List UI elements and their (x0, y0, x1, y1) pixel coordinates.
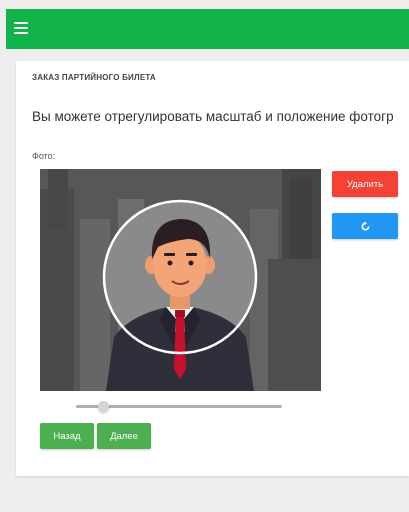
order-card: ЗАКАЗ ПАРТИЙНОГО БИЛЕТА Вы можете отрегу… (16, 61, 409, 476)
delete-photo-button[interactable]: Удалить (332, 171, 398, 197)
photo-label: Фото: (32, 151, 56, 161)
photo-preview (40, 169, 321, 391)
photo-crop-area[interactable] (40, 169, 321, 391)
instruction-text: Вы можете отрегулировать масштаб и полож… (32, 109, 394, 124)
hamburger-menu-icon[interactable] (14, 22, 28, 34)
back-button[interactable]: Назад (40, 423, 94, 449)
zoom-slider[interactable] (76, 401, 282, 412)
page-title: ЗАКАЗ ПАРТИЙНОГО БИЛЕТА (32, 73, 156, 82)
rotate-icon (361, 220, 370, 230)
app-header (6, 9, 409, 49)
next-button[interactable]: Далее (97, 423, 151, 449)
zoom-slider-thumb[interactable] (97, 401, 109, 412)
rotate-photo-button[interactable] (332, 213, 398, 239)
